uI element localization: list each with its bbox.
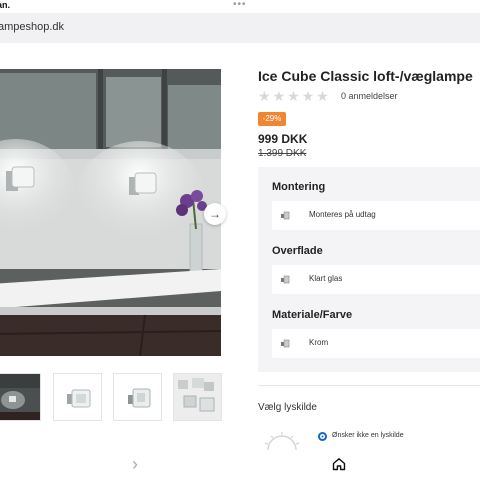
status-bar: an. ••• [0, 0, 480, 12]
bulb-icon [264, 432, 300, 450]
old-price: 1.399 DKK [258, 148, 307, 159]
option-materiale[interactable]: Krom [272, 329, 480, 358]
product-main-image[interactable] [0, 69, 221, 356]
current-price: 999 DKK [258, 132, 308, 146]
reviews-count-link[interactable]: 0 anmeldelser [341, 91, 398, 101]
option-value-montering: Monteres på udtag [309, 210, 376, 219]
lamp-icon [281, 339, 290, 348]
option-value-materiale: Krom [309, 338, 329, 347]
url-text[interactable]: ampeshop.dk [0, 21, 64, 33]
light-source-heading: Vælg lyskilde [258, 402, 317, 413]
star-icon: ★ [258, 88, 271, 104]
star-icon: ★ [287, 88, 300, 104]
no-light-source-label[interactable]: Ønsker ikke en lyskilde [332, 432, 404, 439]
lamp-icon [281, 211, 290, 220]
discount-badge: -29% [258, 112, 286, 126]
product-options-panel: Montering Monteres på udtag Overflade Kl… [258, 167, 480, 372]
rating-stars[interactable]: ★ ★ ★ ★ ★ [258, 89, 329, 103]
thumb-lamp-wall[interactable] [173, 373, 222, 421]
window-menu-dots-icon[interactable]: ••• [233, 0, 247, 10]
option-heading-overflade: Overflade [272, 245, 323, 257]
thumb-lamp-side[interactable] [113, 373, 162, 421]
address-bar[interactable]: ampeshop.dk [0, 13, 480, 43]
thumb-lamp-front[interactable] [53, 373, 102, 421]
status-time: an. [0, 0, 11, 10]
option-value-overflade: Klart glas [309, 274, 343, 283]
gallery-next-arrow-icon[interactable]: → [204, 203, 226, 225]
section-divider [258, 385, 480, 386]
star-icon: ★ [316, 88, 329, 104]
home-icon[interactable] [332, 457, 346, 471]
lamp-icon [281, 275, 290, 284]
thumbnails-next-chevron-icon[interactable]: › [132, 454, 138, 475]
no-light-source-radio[interactable] [318, 432, 327, 441]
product-title: Ice Cube Classic loft-/væglampe [258, 68, 473, 84]
option-heading-materiale: Materiale/Farve [272, 309, 353, 321]
star-icon: ★ [301, 88, 315, 104]
star-icon: ★ [272, 88, 286, 104]
thumb-dark-room[interactable] [0, 373, 41, 421]
option-overflade[interactable]: Klart glas [272, 265, 480, 294]
option-montering[interactable]: Monteres på udtag [272, 201, 480, 230]
option-heading-montering: Montering [272, 181, 326, 193]
